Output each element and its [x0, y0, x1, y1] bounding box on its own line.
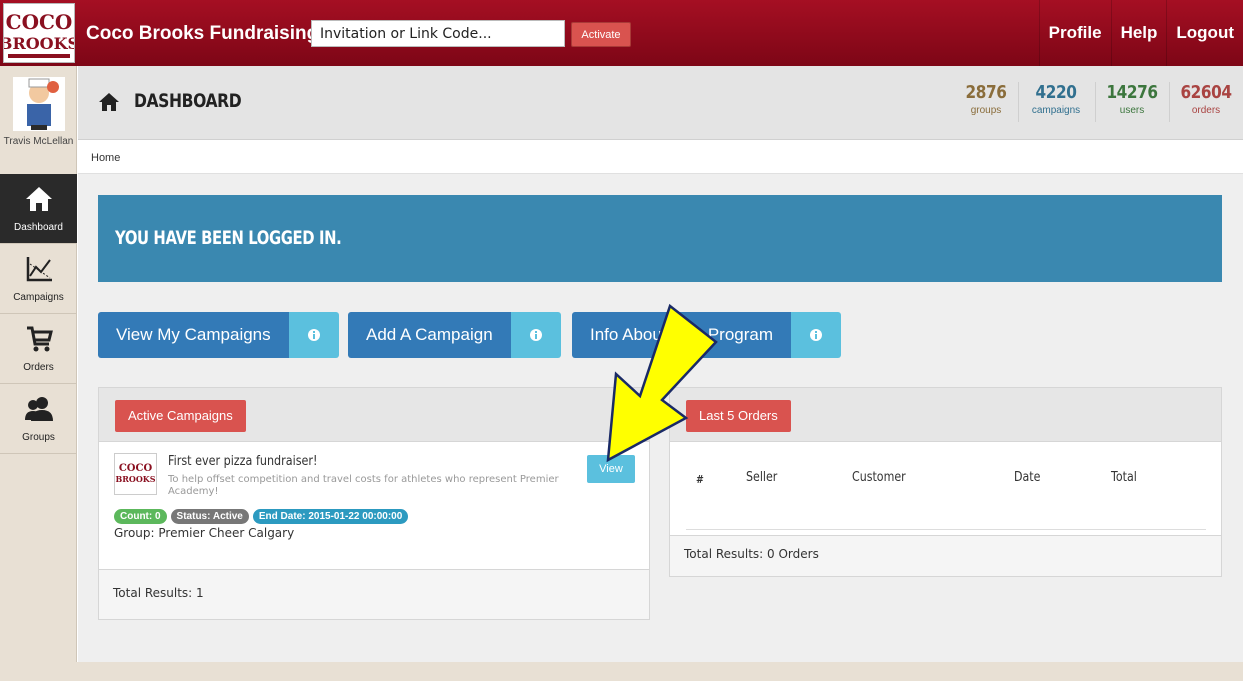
coco-brooks-logo-icon: COCO BROOKS	[4, 5, 74, 61]
stat-value: 14276	[1106, 82, 1158, 103]
alert-message: YOU HAVE BEEN LOGGED IN.	[115, 227, 342, 249]
info-program-group: Info About This Program	[572, 312, 842, 358]
orders-table-area: # Seller Customer Date Total	[670, 442, 1221, 536]
sidebar-item-groups[interactable]: Groups	[0, 384, 77, 454]
activate-button[interactable]: Activate	[571, 22, 631, 47]
view-my-campaigns-button[interactable]: View My Campaigns	[98, 312, 289, 358]
stat-value: 62604	[1180, 82, 1232, 103]
chart-icon	[26, 257, 52, 282]
sidebar-item-label: Orders	[23, 362, 54, 373]
campaign-group: Group: Premier Cheer Calgary	[114, 526, 295, 540]
avatar[interactable]	[13, 77, 65, 131]
info-icon	[307, 329, 320, 341]
add-campaign-group: Add A Campaign	[348, 312, 561, 358]
stat-label: orders	[1191, 105, 1221, 116]
panel-footer: Total Results: 0 Orders	[670, 535, 1221, 576]
campaign-description: To help offset competition and travel co…	[168, 474, 559, 497]
count-badge: Count: 0	[114, 509, 167, 524]
brand-logo[interactable]: COCO BROOKS	[3, 3, 75, 63]
stat-label: campaigns	[1031, 105, 1081, 116]
nav-profile[interactable]: Profile	[1038, 0, 1111, 66]
column-header[interactable]: Total	[1111, 470, 1137, 485]
campaign-item: COCO BROOKS First ever pizza fundraiser!…	[99, 442, 649, 570]
info-icon	[529, 329, 542, 341]
page-title: DASHBOARD	[134, 90, 242, 112]
info-program-info-button[interactable]	[791, 312, 842, 358]
info-icon	[810, 329, 823, 341]
footer-bar	[0, 662, 1243, 681]
top-navbar: COCO BROOKS Coco Brooks Fundraising Acti…	[0, 0, 1243, 66]
stat-users[interactable]: 14276 users	[1098, 82, 1166, 116]
sidebar-item-dashboard[interactable]: Dashboard	[0, 174, 77, 244]
users-icon	[25, 397, 53, 421]
nav-logout[interactable]: Logout	[1166, 0, 1243, 66]
sidebar-item-orders[interactable]: Orders	[0, 314, 77, 384]
stat-value: 2876	[965, 82, 1007, 103]
brand-title[interactable]: Coco Brooks Fundraising	[86, 23, 318, 45]
panel-footer: Total Results: 1	[99, 569, 649, 619]
orders-table: # Seller Customer Date Total	[686, 470, 1206, 530]
user-name[interactable]: Travis McLellan	[0, 136, 77, 148]
campaign-logo: COCO BROOKS	[114, 453, 157, 495]
campaign-title[interactable]: First ever pizza fundraiser!	[168, 454, 317, 469]
login-alert: YOU HAVE BEEN LOGGED IN.	[98, 195, 1222, 282]
sidebar-item-label: Dashboard	[14, 222, 63, 233]
view-campaigns-info-button[interactable]	[288, 312, 339, 358]
campaign-badges: Count: 0 Status: Active End Date: 2015-0…	[114, 509, 409, 524]
sidebar-item-label: Campaigns	[13, 292, 64, 303]
column-header[interactable]: Seller	[746, 470, 777, 485]
svg-text:COCO: COCO	[119, 463, 153, 474]
view-campaigns-group: View My Campaigns	[98, 312, 339, 358]
last-orders-panel: Last 5 Orders # Seller Customer Date Tot…	[669, 387, 1222, 577]
stat-label: groups	[970, 105, 1002, 116]
home-icon	[99, 93, 119, 111]
svg-text:BROOKS: BROOKS	[115, 474, 155, 484]
stat-orders[interactable]: 62604 orders	[1172, 82, 1240, 116]
svg-text:COCO: COCO	[6, 10, 73, 34]
panel-header: Last 5 Orders	[670, 388, 1221, 442]
stat-campaigns[interactable]: 4220 campaigns	[1020, 82, 1092, 116]
column-header[interactable]: Customer	[852, 470, 906, 485]
stat-label: users	[1119, 105, 1145, 116]
end-date-badge: End Date: 2015-01-22 00:00:00	[252, 509, 409, 524]
column-header[interactable]: Date	[1014, 470, 1040, 485]
stat-divider	[1169, 82, 1170, 122]
sidebar: Travis McLellan Dashboard Campaigns Orde…	[0, 66, 77, 681]
stat-groups[interactable]: 2876 groups	[956, 82, 1016, 116]
column-header: #	[696, 473, 704, 486]
cart-icon	[27, 326, 53, 352]
nav-help[interactable]: Help	[1110, 0, 1167, 66]
info-about-program-button[interactable]: Info About This Program	[572, 312, 792, 358]
breadcrumb: Home	[78, 141, 1243, 174]
active-campaigns-panel: Active Campaigns COCO BROOKS First ever …	[98, 387, 650, 620]
active-campaigns-button[interactable]: Active Campaigns	[115, 400, 246, 432]
add-campaign-info-button[interactable]	[510, 312, 561, 358]
panel-header: Active Campaigns	[99, 388, 649, 442]
svg-text:BROOKS: BROOKS	[4, 34, 74, 53]
view-campaign-button[interactable]: View	[587, 455, 635, 483]
add-campaign-button[interactable]: Add A Campaign	[348, 312, 511, 358]
stat-divider	[1095, 82, 1096, 122]
page-header: DASHBOARD 2876 groups 4220 campaigns 142…	[78, 66, 1243, 140]
last-orders-button[interactable]: Last 5 Orders	[686, 400, 791, 432]
stat-value: 4220	[1035, 82, 1077, 103]
stat-divider	[1018, 82, 1019, 122]
sidebar-item-campaigns[interactable]: Campaigns	[0, 244, 77, 314]
top-nav-links: Profile Help Logout	[1038, 0, 1243, 66]
chef-avatar-icon	[27, 78, 59, 130]
status-badge: Status: Active	[170, 509, 249, 524]
home-icon	[26, 187, 52, 211]
breadcrumb-home[interactable]: Home	[91, 152, 120, 164]
sidebar-item-label: Groups	[22, 432, 55, 443]
coco-brooks-logo-icon: COCO BROOKS	[115, 463, 155, 484]
invitation-code-input[interactable]	[311, 20, 565, 47]
